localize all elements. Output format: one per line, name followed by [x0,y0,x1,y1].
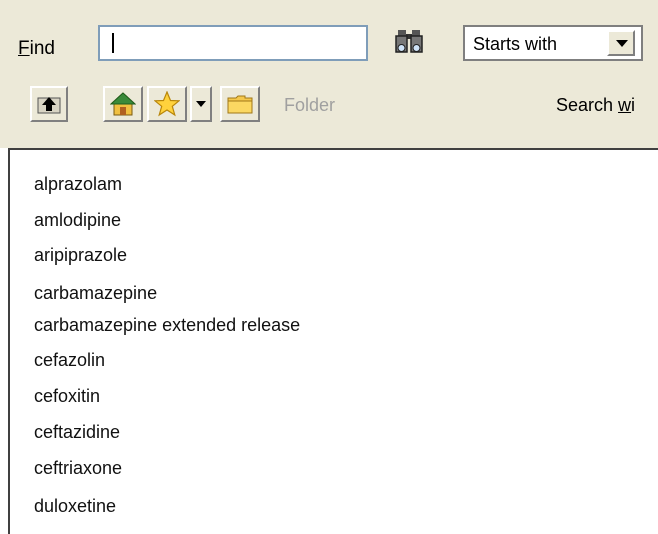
list-item[interactable]: amlodipine [34,210,121,231]
folder-icon [227,95,253,114]
text-caret [112,33,114,53]
folder-label: Folder [284,95,336,115]
find-label: Find [18,38,55,59]
list-item[interactable]: carbamazepine [34,283,157,304]
folder-up-icon [37,97,61,114]
match-mode-select[interactable]: Starts with [463,25,643,61]
star-icon [154,91,180,117]
home-icon [110,92,136,116]
home-button[interactable] [103,86,143,122]
favorites-dropdown-button[interactable] [190,86,212,122]
list-item[interactable]: ceftriaxone [34,458,122,479]
drug-list[interactable]: alprazolam amlodipine aripiprazole carba… [8,148,658,534]
list-item[interactable]: cefoxitin [34,386,100,407]
list-item[interactable]: alprazolam [34,174,122,195]
search-within-label: Search wi [556,95,636,115]
folder-button[interactable] [220,86,260,122]
chevron-down-icon [616,40,628,47]
binoculars-icon[interactable] [394,27,424,57]
favorites-button[interactable] [147,86,187,122]
search-toolbar-panel: Find Starts with Folder Search wi [0,0,658,148]
list-item[interactable]: cefazolin [34,350,105,371]
find-input[interactable] [98,25,368,61]
list-item[interactable]: carbamazepine extended release [34,315,300,336]
list-item[interactable]: aripiprazole [34,245,127,266]
list-item[interactable]: ceftazidine [34,422,120,443]
chevron-down-icon [196,101,206,107]
folder-up-button[interactable] [30,86,68,122]
list-item[interactable]: duloxetine [34,496,116,517]
match-mode-dropdown-button[interactable] [607,30,635,56]
match-mode-value: Starts with [473,34,558,54]
